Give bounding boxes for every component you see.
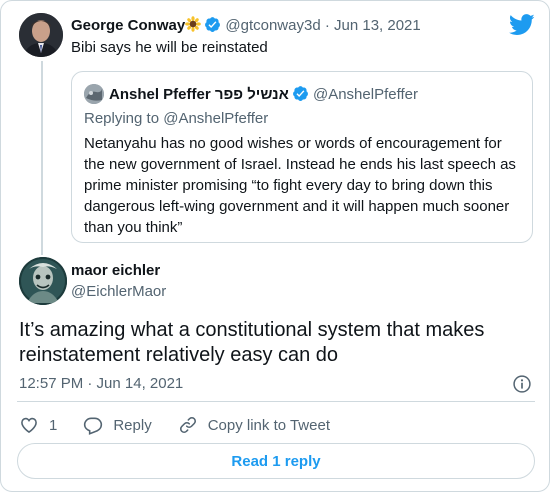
main-tweet-text: It’s amazing what a constitutional syste…	[19, 319, 485, 366]
tweet-actions: 1 Reply Copy link to Tweet	[19, 414, 356, 436]
sunflower-emoji-icon	[185, 16, 202, 32]
read-replies-button[interactable]: Read 1 reply	[17, 443, 535, 479]
quoted-tweet-header: Anshel Pfeffer אנשיל פפר @AnshelPfeffer	[109, 85, 418, 103]
avatar-george-conway[interactable]	[19, 13, 63, 57]
main-author-handle[interactable]: @EichlerMaor	[71, 283, 166, 300]
quoted-tweet-text: Netanyahu has no good wishes or words of…	[84, 135, 516, 236]
copy-link-button[interactable]: Copy link to Tweet	[178, 415, 330, 435]
tweet-embed-card: George Conway @gtconway3d · Jun 13, 2021…	[0, 0, 550, 492]
copy-link-label: Copy link to Tweet	[207, 416, 330, 434]
heart-icon	[21, 417, 37, 434]
reply-button[interactable]: Reply	[83, 415, 152, 435]
avatar-maor-eichler[interactable]	[19, 257, 67, 305]
twitter-logo-icon[interactable]	[509, 14, 535, 36]
header-separator: ·	[324, 17, 330, 34]
parent-tweet-date[interactable]: Jun 13, 2021	[334, 17, 421, 34]
avatar-anshel-pfeffer	[84, 84, 104, 104]
link-icon	[179, 417, 196, 433]
divider	[17, 401, 535, 402]
main-author-name[interactable]: maor eichler	[71, 262, 160, 279]
info-icon[interactable]	[512, 374, 532, 394]
parent-tweet-header: George Conway @gtconway3d · Jun 13, 2021	[71, 16, 421, 34]
like-count: 1	[49, 416, 58, 434]
verified-badge-icon	[205, 17, 221, 32]
thread-connector-line	[41, 61, 43, 255]
parent-author-name[interactable]: George Conway	[71, 17, 185, 34]
reply-to-handle: @AnshelPfeffer	[163, 110, 269, 127]
like-button[interactable]: 1	[19, 415, 57, 435]
tweet-timestamp[interactable]: 12:57 PM · Jun 14, 2021	[19, 375, 183, 392]
quoted-author-name: Anshel Pfeffer אנשיל פפר	[109, 86, 289, 103]
parent-author-handle[interactable]: @gtconway3d	[225, 17, 320, 34]
quoted-reply-context: Replying to @AnshelPfeffer	[84, 110, 268, 127]
reply-prefix: Replying to	[84, 110, 160, 127]
verified-badge-icon	[292, 86, 308, 101]
quoted-tweet[interactable]: Anshel Pfeffer אנשיל פפר @AnshelPfeffer …	[71, 71, 533, 243]
reply-label: Reply	[113, 416, 152, 434]
reply-bubble-icon	[84, 417, 103, 435]
quoted-author-handle: @AnshelPfeffer	[312, 86, 418, 103]
parent-tweet-text: Bibi says he will be reinstated	[71, 39, 268, 56]
